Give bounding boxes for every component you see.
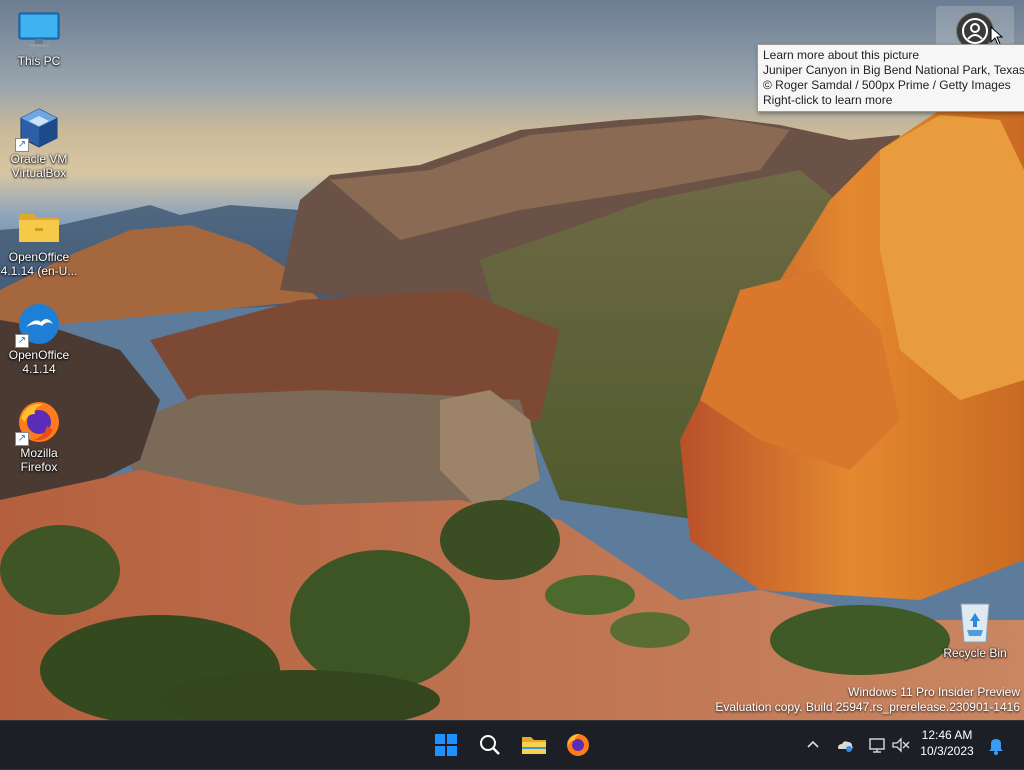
volume-muted-icon — [892, 737, 910, 753]
notifications-button[interactable] — [985, 733, 1007, 757]
show-hidden-icons-button[interactable] — [802, 733, 824, 757]
shortcut-arrow-icon: ↗ — [15, 334, 29, 348]
network-icon — [869, 738, 885, 753]
shortcut-arrow-icon: ↗ — [15, 432, 29, 446]
picture-info-tooltip: Learn more about this picture Juniper Ca… — [757, 44, 1024, 112]
tooltip-line: © Roger Samdal / 500px Prime / Getty Ima… — [763, 78, 1011, 92]
desktop-icon-recycle-bin[interactable]: Recycle Bin — [936, 600, 1014, 660]
virtualbox-icon: ↗ — [15, 106, 61, 152]
tooltip-line: Learn more about this picture — [763, 48, 920, 62]
file-explorer-icon — [522, 737, 546, 754]
desktop-icon-virtualbox[interactable]: ↗ Oracle VM VirtualBox — [0, 106, 78, 180]
file-explorer-button[interactable] — [514, 725, 554, 765]
taskbar: 12:46 AM 10/3/2023 — [0, 720, 1024, 769]
recycle-bin-icon — [953, 600, 997, 644]
desktop-icon-this-pc[interactable]: This PC — [0, 8, 78, 68]
monitor-icon — [17, 8, 61, 52]
chevron-up-icon — [807, 740, 819, 748]
start-button[interactable] — [426, 725, 466, 765]
onedrive-tray-button[interactable] — [834, 733, 856, 757]
network-tray-button[interactable] — [866, 733, 888, 757]
shortcut-arrow-icon: ↗ — [15, 138, 29, 152]
windows-watermark: Windows 11 Pro Insider Preview Evaluatio… — [715, 685, 1020, 715]
desktop-icon-openoffice-installer[interactable]: OpenOffice 4.1.14 (en-U... — [0, 204, 78, 278]
desktop-icon-label: This PC — [17, 54, 61, 68]
clock-button[interactable]: 12:46 AM 10/3/2023 — [912, 727, 982, 759]
desktop-icon-openoffice[interactable]: ↗ OpenOffice 4.1.14 — [0, 302, 78, 376]
watermark-build: Evaluation copy. Build 25947.rs_prerelea… — [715, 700, 1020, 714]
desktop[interactable]: This PC ↗ Oracle VM VirtualBox OpenOffic… — [0, 0, 1024, 720]
search-button[interactable] — [470, 725, 510, 765]
start-icon — [435, 734, 457, 756]
tooltip-line: Juniper Canyon in Big Bend National Park… — [763, 63, 1024, 77]
search-icon — [480, 735, 500, 755]
desktop-icon-label: Mozilla Firefox — [20, 446, 58, 474]
firefox-taskbar-button[interactable] — [558, 725, 598, 765]
mouse-cursor-icon — [990, 26, 1004, 46]
tooltip-line: Right-click to learn more — [763, 93, 893, 107]
volume-tray-button[interactable] — [890, 733, 912, 757]
bell-icon — [989, 739, 1003, 755]
folder-icon — [17, 204, 61, 248]
openoffice-icon: ↗ — [15, 302, 61, 348]
desktop-icon-label: Oracle VM VirtualBox — [10, 152, 68, 180]
desktop-icon-label: Recycle Bin — [943, 646, 1007, 660]
desktop-icon-label: OpenOffice 4.1.14 — [8, 348, 70, 376]
clock-time: 12:46 AM — [921, 728, 973, 742]
onedrive-icon — [838, 741, 853, 752]
watermark-edition: Windows 11 Pro Insider Preview — [848, 685, 1020, 699]
desktop-icon-label: OpenOffice 4.1.14 (en-U... — [0, 250, 78, 278]
clock-date: 10/3/2023 — [920, 744, 974, 758]
firefox-icon — [567, 734, 589, 756]
firefox-icon: ↗ — [15, 400, 61, 446]
desktop-icon-firefox[interactable]: ↗ Mozilla Firefox — [0, 400, 78, 474]
